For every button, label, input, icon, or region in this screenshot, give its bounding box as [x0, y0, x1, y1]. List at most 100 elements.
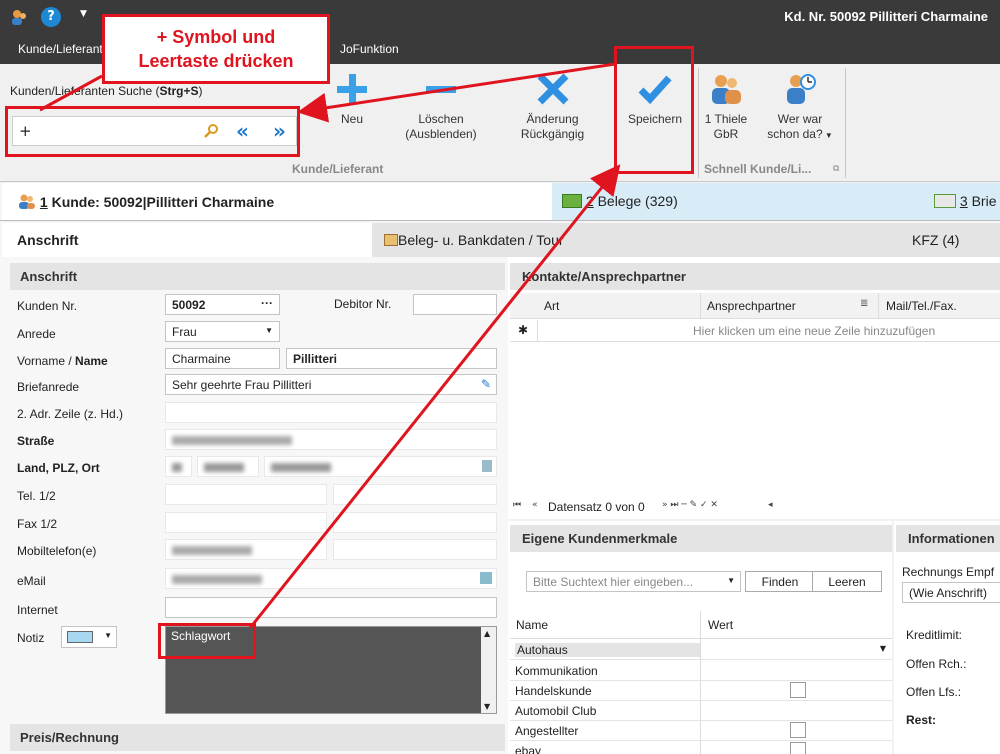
contacts-panel: Kontakte/Ansprechpartner Art Ansprechpar… [508, 257, 1000, 519]
street-field[interactable] [165, 429, 497, 450]
info-section-header: Informationen [896, 525, 1000, 552]
chevron-down-icon[interactable]: ▼ [880, 644, 886, 653]
new-button[interactable]: Neu [323, 72, 381, 127]
tab-anschrift[interactable]: Anschrift [2, 223, 372, 257]
fax2-field[interactable] [333, 512, 497, 533]
checkbox[interactable] [790, 722, 806, 738]
table-row[interactable]: ebay [510, 741, 892, 754]
customer-no-field[interactable]: 50092 ··· [165, 294, 280, 315]
mobile1-field[interactable] [165, 539, 327, 560]
tab-briefe[interactable]: 3 Brie [924, 183, 1000, 220]
app-icon[interactable] [10, 8, 28, 26]
map-icon[interactable] [482, 460, 492, 472]
delete-button[interactable]: Löschen (Ausblenden) [395, 72, 487, 142]
table-row[interactable]: Angestellter [510, 721, 892, 741]
phone-label: Tel. 1/2 [17, 489, 56, 503]
who-was-there-button[interactable]: Wer war schon da? ▼ [760, 72, 840, 143]
person-clock-icon [787, 74, 816, 104]
menu-item-kunde-lieferant[interactable]: Kunde/Lieferant [18, 42, 103, 56]
ellipsis-icon[interactable]: ··· [261, 296, 273, 310]
tab-kunde[interactable]: 1 Kunde: 50092|Pillitteri Charmaine [2, 183, 552, 220]
nav-scroll-icon[interactable]: ◂ [768, 500, 773, 510]
address-line2-label: 2. Adr. Zeile (z. Hd.) [17, 407, 124, 421]
table-row[interactable]: Kommunikation [510, 661, 892, 681]
salutation-select[interactable]: Frau ▼ [165, 321, 280, 342]
asterisk-icon: ✱ [518, 323, 529, 337]
address-panel: Anschrift Kunden Nr. 50092 ··· Debitor Nr… [0, 257, 508, 754]
name-label: Vorname / Name [17, 354, 108, 368]
phone2-field[interactable] [333, 484, 497, 505]
last-name-field[interactable]: Pillitteri [286, 348, 497, 369]
city-field[interactable] [264, 456, 497, 477]
group-label-schnell-kunde: Schnell Kunde/Li... [704, 162, 812, 176]
quick-access-dropdown-icon[interactable]: ▼ [80, 9, 87, 19]
checkbox[interactable] [790, 682, 806, 698]
table-row[interactable]: Automobil Club [510, 701, 892, 721]
country-field[interactable] [165, 456, 192, 477]
chevron-down-icon[interactable]: ▼ [265, 326, 273, 335]
tab-belege[interactable]: 2 Belege (329) [552, 183, 924, 220]
mobile2-field[interactable] [333, 539, 497, 560]
column-ansprechpartner[interactable]: Ansprechpartner [707, 299, 796, 313]
tab-beleg-bankdaten[interactable]: Beleg- u. Bankdaten / Tour [372, 223, 902, 257]
pencil-icon[interactable]: ✎ [481, 377, 491, 391]
note-text: Schlagwort [171, 629, 231, 643]
internet-label: Internet [17, 603, 58, 617]
email-field[interactable] [165, 568, 497, 589]
minus-icon [426, 86, 456, 93]
country-zip-city-label: Land, PLZ, Ort [17, 461, 100, 475]
clear-button[interactable]: Leeren [812, 571, 882, 592]
menu-item-jofunktion[interactable]: JoFunktion [340, 42, 399, 56]
ribbon-separator [698, 68, 699, 178]
table-row[interactable]: Autohaus ▼ [510, 640, 892, 660]
column-name[interactable]: Name [516, 618, 548, 632]
dialog-launcher-icon[interactable]: ⧉ [833, 164, 839, 174]
sort-icon[interactable]: ≣ [860, 298, 868, 309]
column-mail-tel-fax[interactable]: Mail/Tel./Fax. [886, 299, 957, 313]
recent-contact-button[interactable]: 1 Thiele GbR [700, 72, 752, 142]
mail-icon[interactable] [480, 572, 492, 584]
nav-next-icons[interactable]: » ⏭ ─ ✎ ✓ ✕ [662, 500, 718, 510]
contacts-section-header: Kontakte/Ansprechpartner [510, 263, 1000, 290]
nav-first-icon[interactable]: ⏮ [513, 500, 521, 510]
invoice-recipient-field[interactable]: (Wie Anschrift) [902, 582, 1000, 603]
open-delivery-label: Offen Lfs.: [906, 685, 962, 699]
first-name-field[interactable]: Charmaine [165, 348, 280, 369]
main-tab-bar: 1 Kunde: 50092|Pillitteri Charmaine 2 Be… [0, 183, 1000, 221]
chevron-down-icon[interactable]: ▼ [104, 631, 112, 640]
letter-salutation-field[interactable]: Sehr geehrte Frau Pillitteri ✎ [165, 374, 497, 395]
dropdown-arrow-icon: ▼ [822, 131, 833, 140]
column-art[interactable]: Art [544, 299, 559, 313]
table-row[interactable]: Handelskunde [510, 681, 892, 701]
tab-kfz[interactable]: KFZ (4) [902, 223, 1000, 257]
internet-field[interactable] [165, 597, 497, 618]
column-value[interactable]: Wert [708, 618, 733, 632]
find-button[interactable]: Finden [745, 571, 815, 592]
address-line2-field[interactable] [165, 402, 497, 423]
zip-field[interactable] [197, 456, 259, 477]
features-search-input[interactable]: Bitte Suchtext hier eingeben... ▼ [526, 571, 741, 592]
new-row-hint: Hier klicken um eine neue Zeile hinzuzuf… [693, 324, 936, 338]
debitor-field[interactable] [413, 294, 497, 315]
email-label: eMail [17, 574, 46, 588]
ribbon-separator [845, 68, 846, 178]
envelope-icon [934, 194, 956, 208]
fax1-field[interactable] [165, 512, 327, 533]
undo-changes-button[interactable]: Änderung Rückgängig [505, 72, 600, 142]
note-label: Notiz [17, 631, 45, 645]
help-icon[interactable]: ? [41, 7, 61, 27]
info-panel: Informationen Rechnungs Empf (Wie Anschr… [894, 521, 1000, 754]
street-label: Straße [17, 434, 55, 448]
group-label-kunde-lieferant: Kunde/Lieferant [292, 162, 384, 176]
mobile-label: Mobiltelefon(e) [17, 544, 97, 558]
new-row[interactable]: ✱ Hier klicken um eine neue Zeile hinzuz… [510, 320, 1000, 342]
people-icon [712, 75, 741, 104]
chevron-down-icon[interactable]: ▼ [727, 576, 735, 585]
features-grid-header: Name Wert [510, 611, 892, 639]
note-color-picker[interactable]: ▼ [61, 626, 117, 648]
phone1-field[interactable] [165, 484, 327, 505]
callout-line2: Leertaste drücken [138, 51, 294, 71]
note-scrollbar[interactable]: ▲ ▼ [481, 627, 496, 713]
checkbox[interactable] [790, 742, 806, 754]
nav-prev-page-icon[interactable]: « [532, 500, 538, 510]
